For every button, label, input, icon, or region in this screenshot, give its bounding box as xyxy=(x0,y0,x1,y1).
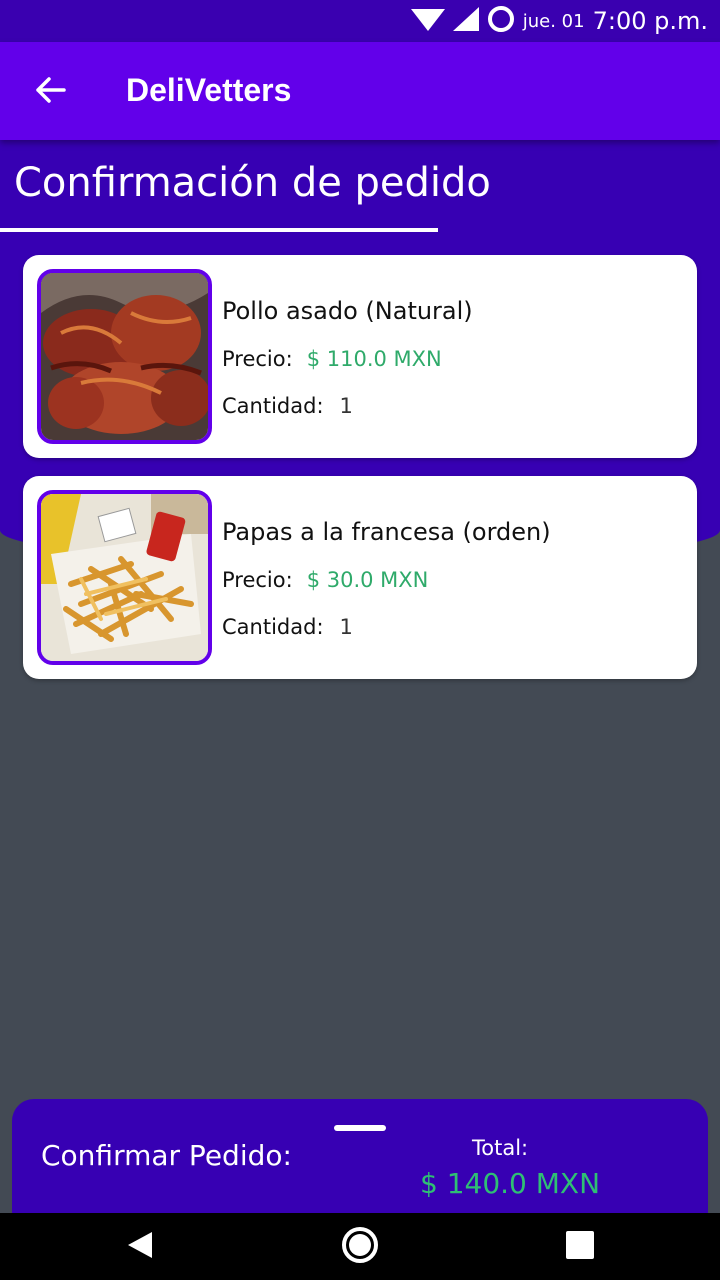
home-circle-icon xyxy=(340,1225,380,1270)
french-fries-photo xyxy=(37,490,212,665)
status-time: 7:00 p.m. xyxy=(592,7,708,35)
item-name: Papas a la francesa (orden) xyxy=(222,518,551,546)
price-row: Precio: $ 110.0 MXN xyxy=(222,347,442,371)
price-value: $ 30.0 MXN xyxy=(306,568,429,592)
back-triangle-icon xyxy=(126,1230,154,1265)
grilled-chicken-photo xyxy=(37,269,212,444)
drag-handle[interactable] xyxy=(334,1125,386,1131)
quantity-row: Cantidad: 1 xyxy=(222,394,353,418)
quantity-value: 1 xyxy=(339,615,353,639)
system-nav-bar xyxy=(0,1213,720,1280)
item-name: Pollo asado (Natural) xyxy=(222,297,473,325)
signal-icon xyxy=(452,6,479,36)
title-underline xyxy=(0,228,438,232)
page-title: Confirmación de pedido xyxy=(14,160,491,206)
recents-square-icon xyxy=(565,1230,595,1265)
quantity-value: 1 xyxy=(339,394,353,418)
nav-back-button[interactable] xyxy=(116,1223,164,1271)
app-bar: DeliVetters xyxy=(0,42,720,140)
arrow-left-icon xyxy=(34,76,66,109)
battery-icon xyxy=(487,5,515,38)
nav-home-button[interactable] xyxy=(336,1223,384,1271)
quantity-label: Cantidad: xyxy=(222,394,324,418)
total-label: Total: xyxy=(472,1136,529,1160)
status-date: jue. 01 xyxy=(522,10,585,32)
price-label: Precio: xyxy=(222,568,293,592)
total-value: $ 140.0 MXN xyxy=(420,1167,601,1200)
order-item-card[interactable]: Pollo asado (Natural) Precio: $ 110.0 MXN… xyxy=(23,255,697,458)
price-value: $ 110.0 MXN xyxy=(306,347,442,371)
status-bar: jue. 01 7:00 p.m. xyxy=(0,0,720,42)
order-item-card[interactable]: Papas a la francesa (orden) Precio: $ 30.… xyxy=(23,476,697,679)
confirm-order-button[interactable]: Confirmar Pedido: xyxy=(41,1139,292,1172)
quantity-label: Cantidad: xyxy=(222,615,324,639)
quantity-row: Cantidad: 1 xyxy=(222,615,353,639)
price-row: Precio: $ 30.0 MXN xyxy=(222,568,428,592)
back-button[interactable] xyxy=(22,64,78,120)
status-icons: jue. 01 7:00 p.m. xyxy=(410,0,708,42)
wifi-icon xyxy=(410,7,445,36)
nav-recents-button[interactable] xyxy=(556,1223,604,1271)
price-label: Precio: xyxy=(222,347,293,371)
app-title: DeliVetters xyxy=(126,72,292,108)
